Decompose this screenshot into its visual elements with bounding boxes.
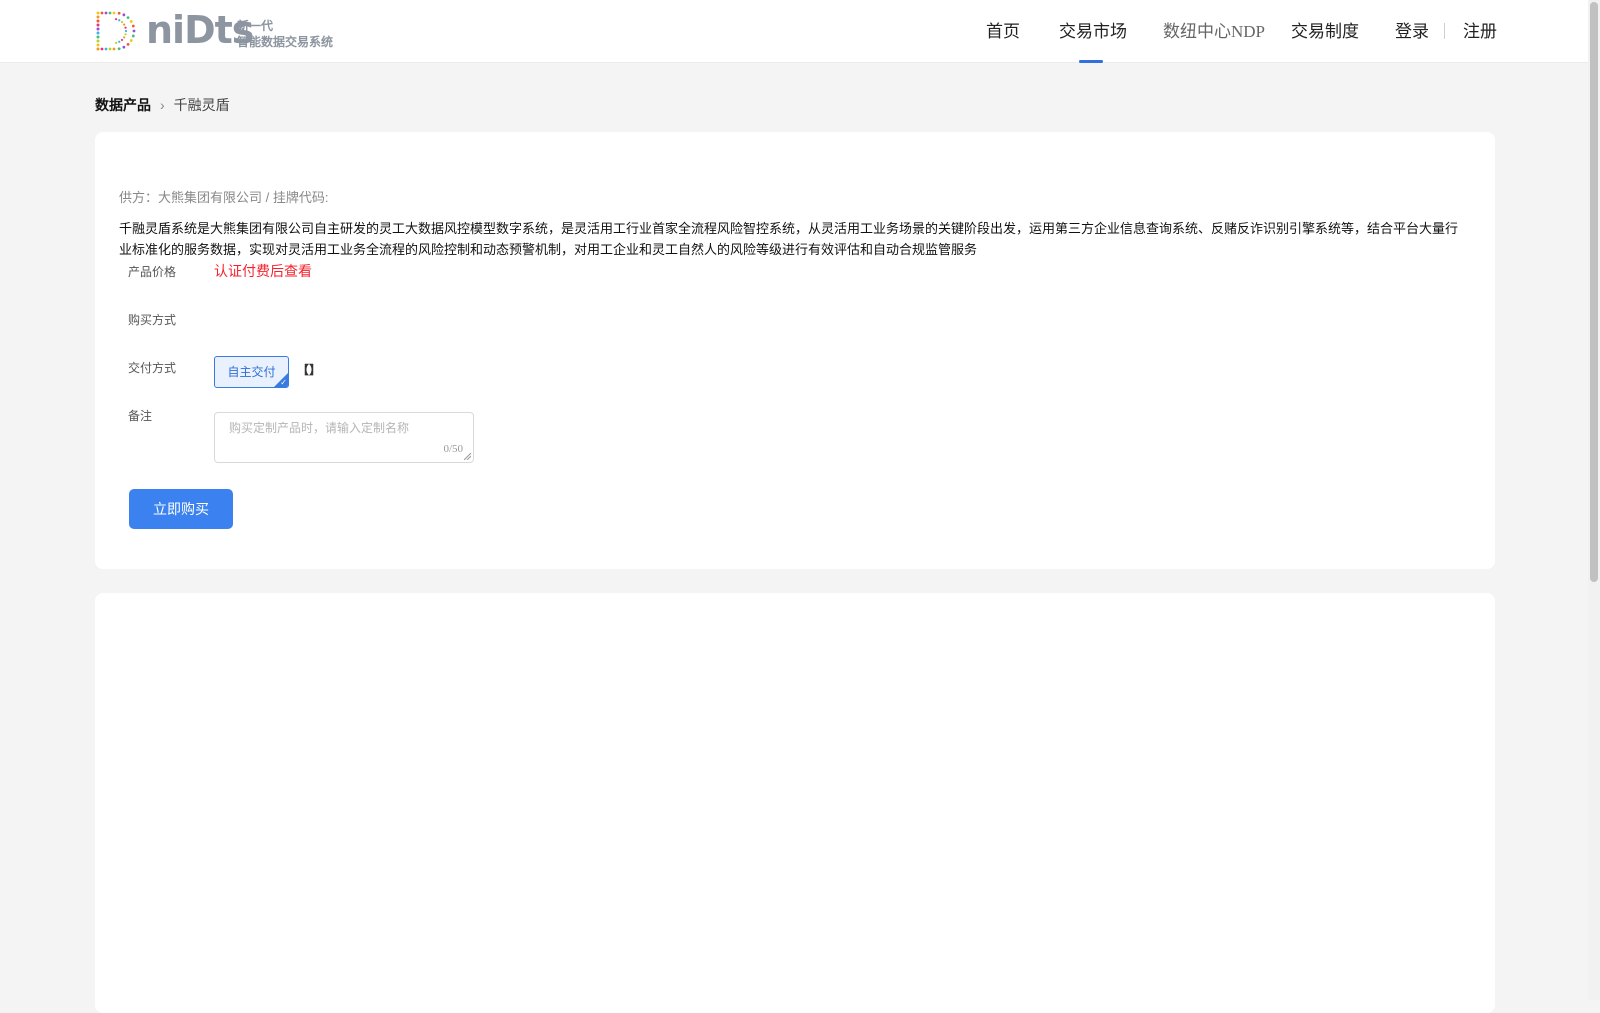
nav-item-rules[interactable]: 交易制度 bbox=[1291, 21, 1359, 43]
price-label: 产品价格 bbox=[128, 265, 177, 279]
login-link[interactable]: 登录 bbox=[1395, 21, 1429, 43]
breadcrumb: 数据产品 › 千融灵盾 bbox=[95, 96, 230, 114]
product-extra-panel bbox=[95, 593, 1495, 1013]
logo-tagline-line1: 新一代 bbox=[237, 19, 274, 33]
nav-item-market[interactable]: 交易市场 bbox=[1059, 21, 1127, 43]
supplier-prefix: 供方： bbox=[119, 190, 159, 205]
logo-tagline-line2: 智能数据交易系统 bbox=[237, 35, 334, 49]
product-description: 千融灵盾系统是大熊集团有限公司自主研发的灵工大数据风控模型数字系统，是灵活用工行… bbox=[119, 221, 1459, 257]
chevron-right-icon: › bbox=[160, 97, 165, 113]
remark-char-counter: 0/50 bbox=[443, 443, 463, 455]
nav-item-home[interactable]: 首页 bbox=[986, 21, 1020, 43]
buy-now-button[interactable]: 立即购买 bbox=[129, 489, 233, 529]
delivery-extra: 【】 bbox=[297, 363, 322, 377]
supplier-line: 供方：大熊集团有限公司 / 挂牌代码: bbox=[119, 189, 329, 207]
breadcrumb-current: 千融灵盾 bbox=[173, 97, 230, 113]
listing-code-label: 挂牌代码: bbox=[272, 190, 329, 205]
purchase-method-label: 购买方式 bbox=[128, 313, 177, 327]
top-header: niDts 新一代 智能数据交易系统 首页 交易市场 数纽中心NDP 交易制度 … bbox=[0, 0, 1600, 63]
scrollbar-thumb[interactable] bbox=[1590, 2, 1598, 582]
logo-d-mark-icon bbox=[96, 11, 136, 51]
remark-field[interactable]: 0/50 bbox=[214, 412, 474, 463]
supplier-name: 大熊集团有限公司 bbox=[158, 190, 263, 205]
nav-divider bbox=[1444, 23, 1445, 39]
delivery-option-self[interactable]: 自主交付 ✓ bbox=[214, 356, 289, 388]
nav-active-indicator bbox=[1079, 60, 1103, 63]
brand-logo[interactable]: niDts 新一代 智能数据交易系统 bbox=[94, 8, 344, 52]
register-link[interactable]: 注册 bbox=[1463, 21, 1497, 43]
code-separator: / bbox=[262, 190, 273, 205]
delivery-method-label: 交付方式 bbox=[128, 361, 177, 375]
remark-label: 备注 bbox=[128, 409, 153, 423]
breadcrumb-root[interactable]: 数据产品 bbox=[95, 97, 151, 113]
delivery-option-label: 自主交付 bbox=[227, 365, 276, 379]
remark-textarea[interactable] bbox=[215, 413, 473, 462]
price-value: 认证付费后查看 bbox=[214, 263, 312, 279]
product-detail-card: 供方：大熊集团有限公司 / 挂牌代码: 千融灵盾系统是大熊集团有限公司自主研发的… bbox=[95, 132, 1495, 569]
nav-item-ndp[interactable]: 数纽中心NDP bbox=[1163, 21, 1265, 43]
resize-grip-icon[interactable] bbox=[464, 453, 471, 460]
check-icon: ✓ bbox=[280, 378, 287, 387]
page-scrollbar[interactable] bbox=[1588, 0, 1600, 1000]
